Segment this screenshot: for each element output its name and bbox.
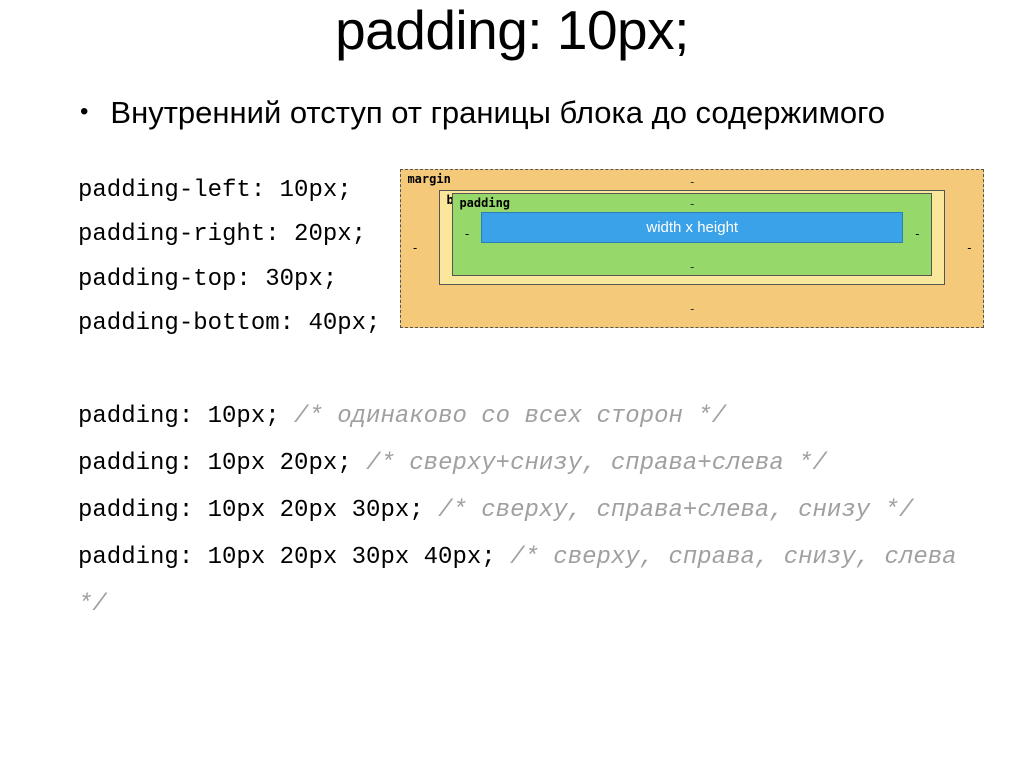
bullet-item: • Внутренний отступ от границы блока до … [40,94,984,133]
dash-icon: - [411,241,418,255]
code-text: padding: 10px 20px; [78,450,352,477]
code-comment: /* сверху+снизу, справа+слева */ [366,450,827,477]
code-text: padding: 10px 20px 30px; [78,497,424,524]
content-label: width x height [646,219,738,236]
dash-icon: - [689,261,696,273]
bullet-dot-icon: • [80,94,88,130]
dash-icon: - [689,303,696,315]
bullet-text: Внутренний отступ от границы блока до со… [110,94,885,133]
code-comment: /* одинаково со всех сторон */ [294,403,726,430]
code-line: padding-top: 30px; [78,258,380,302]
slide-title: padding: 10px; [40,0,984,62]
code-text: padding: 10px 20px 30px 40px; [78,544,496,571]
shorthand-code: padding: 10px; /* одинаково со всех стор… [40,394,984,628]
content-box: width x height [481,212,903,243]
padding-label: padding [459,196,510,210]
shorthand-line: padding: 10px; /* одинаково со всех стор… [78,394,984,441]
dash-icon: - [689,198,696,210]
longhand-code: padding-left: 10px; padding-right: 20px;… [78,169,380,347]
box-model-diagram: margin - - - border padding - - - width … [400,169,984,328]
shorthand-line: padding: 10px 20px 30px 40px; /* сверху,… [78,535,984,629]
code-comment: /* сверху, справа+слева, снизу */ [438,497,913,524]
code-line: padding-right: 20px; [78,213,380,257]
dash-icon: - [689,176,696,188]
code-line: padding-left: 10px; [78,169,380,213]
dash-icon: - [914,227,921,241]
code-line: padding-bottom: 40px; [78,302,380,346]
dash-icon: - [966,241,973,255]
code-text: padding: 10px; [78,403,280,430]
dash-icon: - [463,227,470,241]
shorthand-line: padding: 10px 20px 30px; /* сверху, спра… [78,488,984,535]
shorthand-line: padding: 10px 20px; /* сверху+снизу, спр… [78,441,984,488]
margin-label: margin [407,172,450,186]
